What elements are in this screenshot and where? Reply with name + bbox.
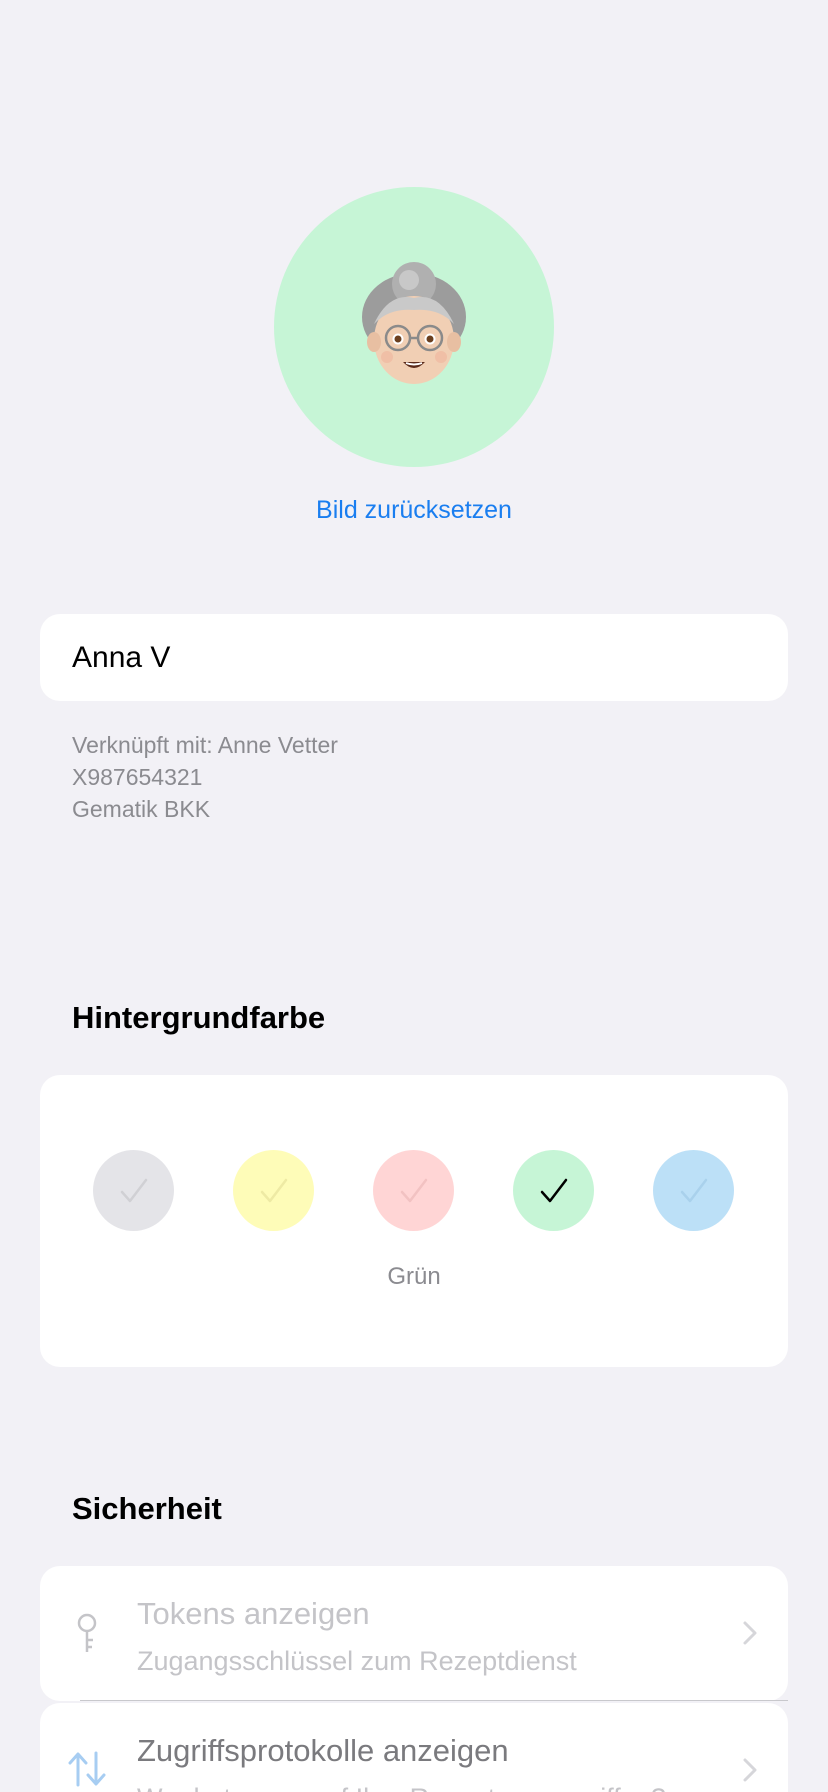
swatch-red[interactable] bbox=[373, 1150, 454, 1231]
access-logs-title: Zugriffsprotokolle anzeigen bbox=[137, 1733, 509, 1768]
reset-image-link[interactable]: Bild zurücksetzen bbox=[0, 496, 828, 525]
selected-color-label: Grün bbox=[387, 1263, 441, 1290]
swatch-green[interactable] bbox=[513, 1150, 594, 1231]
security-title: Sicherheit bbox=[72, 1491, 222, 1526]
linked-name: Verknüpft mit: Anne Vetter bbox=[72, 732, 338, 758]
checkmark-icon bbox=[260, 1178, 287, 1202]
checkmark-icon bbox=[400, 1178, 427, 1202]
chevron-right-icon bbox=[743, 1758, 757, 1782]
access-logs-row[interactable]: Zugriffsprotokolle anzeigen Wer hat wann… bbox=[40, 1703, 788, 1792]
insurance-number: X987654321 bbox=[72, 764, 203, 790]
profile-avatar[interactable] bbox=[274, 187, 554, 467]
checkmark-icon bbox=[680, 1178, 707, 1202]
tokens-title: Tokens anzeigen bbox=[137, 1596, 370, 1631]
access-logs-subtitle: Wer hat wann auf Ihre Rezepte zugegriffe… bbox=[137, 1783, 666, 1792]
tokens-row[interactable]: Tokens anzeigen Zugangsschlüssel zum Rez… bbox=[40, 1566, 788, 1701]
background-color-title: Hintergrundfarbe bbox=[72, 1000, 326, 1035]
insurance-company: Gematik BKK bbox=[72, 796, 211, 822]
grandma-emoji-icon bbox=[362, 262, 466, 384]
chevron-right-icon bbox=[743, 1621, 757, 1645]
swatch-blue[interactable] bbox=[653, 1150, 734, 1231]
arrows-up-down-icon bbox=[68, 1751, 106, 1787]
swatch-yellow[interactable] bbox=[233, 1150, 314, 1231]
swatch-gray[interactable] bbox=[93, 1150, 174, 1231]
background-color-card: Grün bbox=[40, 1075, 788, 1367]
checkmark-icon bbox=[540, 1178, 567, 1202]
linked-account-info: Verknüpft mit: Anne Vetter X987654321 Ge… bbox=[72, 729, 338, 825]
key-icon bbox=[77, 1613, 97, 1652]
name-field-card bbox=[40, 614, 788, 701]
checkmark-icon bbox=[120, 1178, 147, 1202]
row-divider bbox=[80, 1700, 788, 1701]
profile-name-input[interactable] bbox=[72, 640, 732, 675]
tokens-subtitle: Zugangsschlüssel zum Rezeptdienst bbox=[137, 1646, 577, 1676]
